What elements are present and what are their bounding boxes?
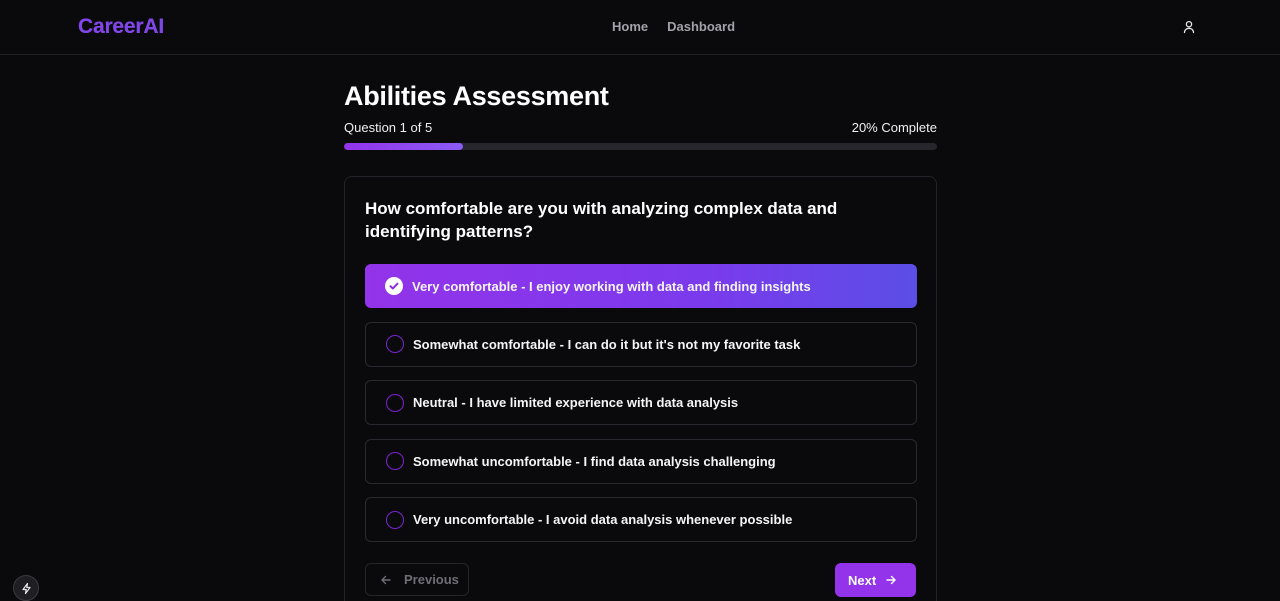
question-counter: Question 1 of 5 bbox=[344, 120, 433, 135]
answer-option-label: Somewhat uncomfortable - I find data ana… bbox=[413, 453, 776, 469]
next-button[interactable]: Next bbox=[835, 563, 916, 597]
progress-bar bbox=[344, 143, 937, 150]
answer-options: Very comfortable - I enjoy working with … bbox=[365, 264, 917, 556]
check-circle-icon bbox=[385, 277, 403, 295]
answer-option-label: Neutral - I have limited experience with… bbox=[413, 395, 739, 410]
question-card: How comfortable are you with analyzing c… bbox=[344, 176, 937, 601]
arrow-left-icon bbox=[381, 575, 391, 584]
answer-option-2[interactable]: Somewhat comfortable - I can do it but i… bbox=[365, 321, 917, 367]
user-icon[interactable] bbox=[1181, 19, 1197, 35]
answer-option-4[interactable]: Somewhat uncomfortable - I find data ana… bbox=[365, 438, 917, 484]
nav-home-link[interactable]: Home bbox=[612, 19, 648, 34]
answer-option-5[interactable]: Very uncomfortable - I avoid data analys… bbox=[365, 497, 917, 542]
next-button-label: Next bbox=[848, 572, 877, 588]
lightning-icon[interactable] bbox=[13, 575, 39, 601]
previous-button-label: Previous bbox=[404, 572, 459, 587]
main-nav: Home Dashboard bbox=[612, 19, 735, 34]
question-text: How comfortable are you with analyzing c… bbox=[365, 199, 838, 241]
radio-circle-icon bbox=[386, 452, 404, 470]
answer-option-label: Somewhat comfortable - I can do it but i… bbox=[413, 336, 801, 352]
answer-option-label: Very uncomfortable - I avoid data analys… bbox=[413, 512, 793, 527]
radio-circle-icon bbox=[386, 510, 404, 529]
assessment-header: Abilities Assessment Question 1 of 5 20%… bbox=[344, 81, 937, 150]
radio-circle-icon bbox=[386, 335, 404, 353]
answer-option-1[interactable]: Very comfortable - I enjoy working with … bbox=[365, 264, 917, 308]
arrow-right-icon bbox=[886, 575, 896, 585]
answer-option-3[interactable]: Neutral - I have limited experience with… bbox=[365, 380, 917, 425]
nav-dashboard-link[interactable]: Dashboard bbox=[667, 19, 735, 34]
brand-logo[interactable]: CareerAI bbox=[78, 15, 164, 39]
radio-circle-icon bbox=[386, 393, 404, 412]
top-navbar: CareerAI Home Dashboard bbox=[0, 0, 1280, 55]
progress-bar-fill bbox=[344, 143, 463, 150]
previous-button[interactable]: Previous bbox=[365, 563, 469, 596]
progress-labels: Question 1 of 5 20% Complete bbox=[344, 120, 937, 136]
progress-percent-text: 20% Complete bbox=[851, 120, 937, 135]
answer-option-label: Very comfortable - I enjoy working with … bbox=[412, 278, 811, 294]
page-title: Abilities Assessment bbox=[344, 81, 609, 111]
